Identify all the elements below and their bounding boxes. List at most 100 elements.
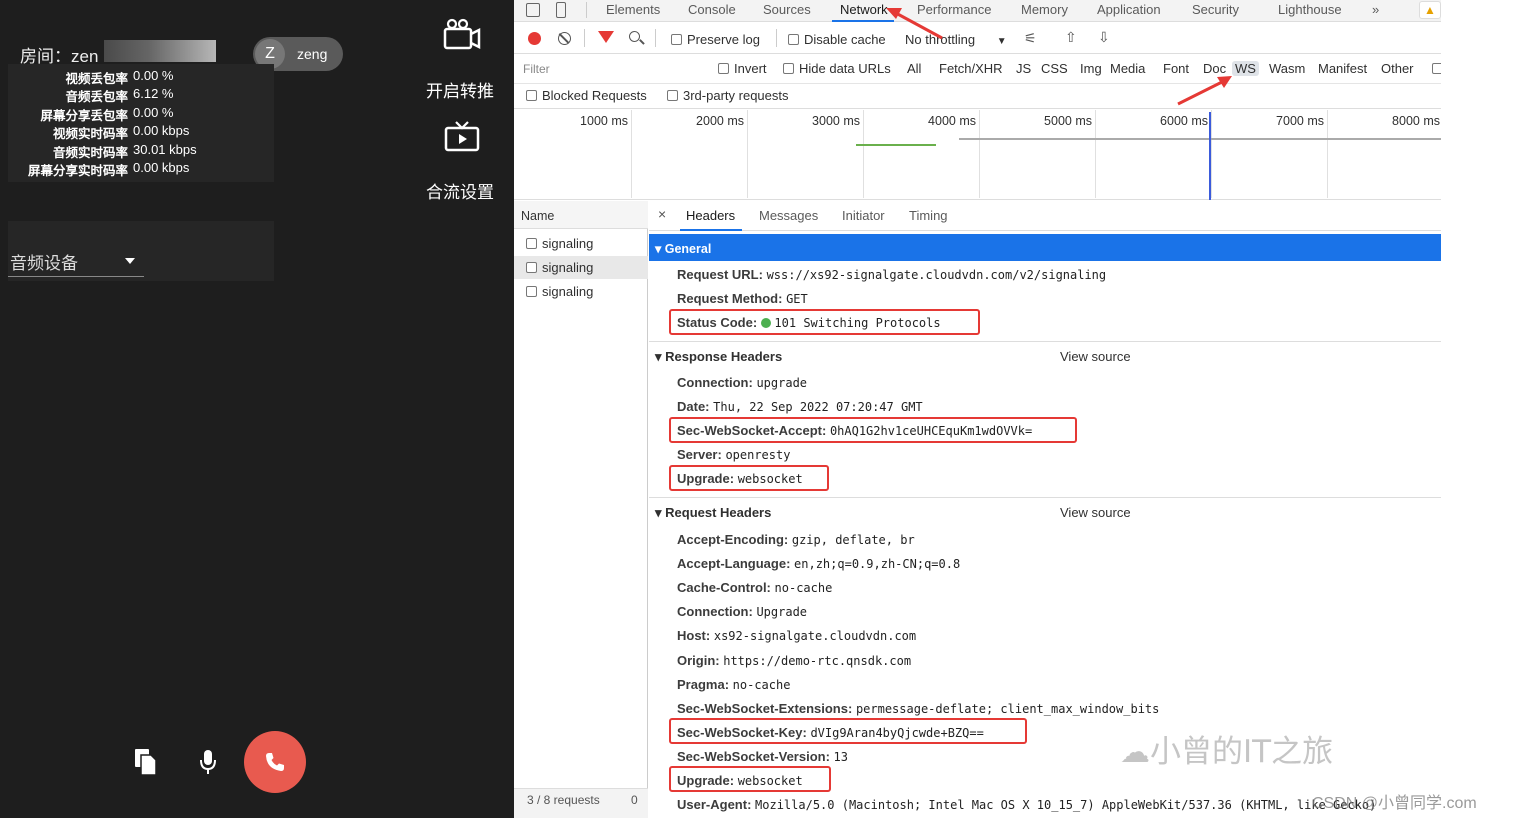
blurred-room-id: [104, 40, 216, 62]
request-row-icon: [526, 238, 537, 249]
timeline-cursor: [1209, 112, 1211, 200]
stat-value: 0.00 kbps: [133, 123, 190, 138]
header-value: Upgrade: [756, 605, 808, 620]
general-section-header[interactable]: [649, 234, 1441, 261]
right-margin: [1441, 0, 1522, 818]
header-value: 13: [833, 749, 848, 764]
header-row: Sec-WebSocket-Extensions: permessage-def…: [677, 701, 1159, 716]
request-row[interactable]: signaling: [514, 232, 648, 255]
merge-settings-button[interactable]: 合流设置: [426, 178, 494, 203]
copy-icon[interactable]: [132, 747, 158, 777]
request-name: signaling: [542, 236, 594, 251]
header-key: Origin:: [677, 652, 720, 668]
header-value: xs92-signalgate.cloudvdn.com: [713, 629, 917, 644]
timeline-bar-green: [856, 144, 936, 146]
request-headers-title[interactable]: ▾ Request Headers: [655, 505, 771, 521]
phone-icon: [263, 750, 287, 774]
header-key: Cache-Control:: [677, 580, 771, 596]
wechat-icon: ☁: [1120, 735, 1150, 770]
stat-value: 0.00 %: [133, 105, 174, 120]
stat-label: 视频丢包率: [65, 72, 128, 86]
annotation-box-req-upgrade: [669, 766, 831, 792]
header-key: Accept-Encoding:: [677, 532, 789, 547]
header-row: Connection: upgrade: [677, 375, 807, 390]
push-stream-button[interactable]: 开启转推: [426, 77, 494, 102]
response-headers-title[interactable]: ▾ Response Headers: [655, 349, 782, 365]
stat-label: 音频丢包率: [65, 90, 128, 104]
request-row[interactable]: signaling: [514, 280, 648, 303]
detail-tab-initiator[interactable]: Initiator: [842, 208, 885, 223]
stat-row: 视频实时码率: [0, 123, 128, 142]
camera-icon[interactable]: [442, 18, 482, 52]
timeline-gridline: [631, 110, 632, 198]
header-row: Connection: Upgrade: [677, 604, 807, 619]
header-value: permessage-deflate; client_max_window_bi…: [855, 701, 1160, 716]
stat-row: 屏幕分享丢包率: [0, 105, 128, 124]
audio-device-label: 音频设备: [10, 254, 78, 273]
audio-device-select[interactable]: 音频设备: [8, 221, 274, 281]
request-count-2: 0: [631, 793, 638, 807]
timeline-gridline: [747, 110, 748, 198]
header-key: Sec-WebSocket-Version:: [677, 748, 830, 764]
header-value: no-cache: [774, 581, 833, 596]
stat-value: 0.00 %: [133, 68, 174, 83]
header-value: openresty: [725, 448, 791, 463]
request-name: signaling: [542, 260, 594, 275]
header-key: Host:: [677, 628, 711, 644]
rtc-app-panel: 房间：zen Z zeng 视频丢包率 0.00 % 音频丢包率 6.12 % 屏幕分享…: [0, 0, 514, 818]
watermark-text: ☁小曾的IT之旅: [1120, 734, 1334, 770]
detail-tab-headers[interactable]: Headers: [686, 208, 735, 223]
watermark-credit: CSDN @小曾同学.com: [1312, 795, 1477, 812]
header-key: Accept-Language:: [677, 556, 791, 572]
header-key: Date:: [677, 399, 710, 415]
request-row-icon: [526, 286, 537, 297]
stat-value: 0.00 kbps: [133, 160, 190, 175]
timeline-bar-gray: [959, 138, 1441, 140]
header-row: Pragma: no-cache: [677, 677, 790, 692]
header-key: User-Agent:: [677, 797, 752, 813]
annotation-box-status: [669, 309, 980, 335]
request-row-icon: [526, 262, 537, 273]
header-value: upgrade: [756, 376, 808, 390]
header-value: no-cache: [732, 677, 791, 692]
stat-row: 音频丢包率: [0, 86, 128, 105]
header-row: Cache-Control: no-cache: [677, 580, 832, 595]
stat-row: 音频实时码率: [0, 142, 128, 161]
stat-label: 视频实时码率: [52, 127, 128, 141]
request-name: signaling: [542, 284, 594, 299]
header-key: Connection:: [677, 604, 753, 620]
annotation-box-ws-key: [669, 718, 1027, 744]
header-key: Connection:: [677, 375, 753, 390]
hangup-button[interactable]: [244, 731, 306, 793]
annotation-box-ws-accept: [669, 417, 1077, 443]
header-row: Accept-Encoding: gzip, deflate, br: [677, 532, 915, 547]
header-row: Host: xs92-signalgate.cloudvdn.com: [677, 628, 916, 643]
response-view-source[interactable]: View source: [1060, 349, 1131, 364]
header-key: Pragma:: [677, 676, 730, 692]
detail-tab-messages[interactable]: Messages: [759, 208, 818, 223]
timeline-gridline: [1095, 110, 1096, 198]
header-row: Origin: https://demo-rtc.qnsdk.com: [677, 653, 911, 668]
user-name: zeng: [297, 46, 328, 62]
header-value: en,zh;q=0.9,zh-CN;q=0.8: [794, 557, 961, 572]
annotation-box-resp-upgrade: [669, 465, 829, 491]
devtools-panel: Elements Console Sources Network Performance…: [514, 0, 1441, 818]
request-row[interactable]: signaling: [514, 256, 648, 279]
chevron-down-icon: [125, 258, 135, 264]
header-row: Server: openresty: [677, 447, 790, 462]
request-view-source[interactable]: View source: [1060, 505, 1131, 520]
mic-icon[interactable]: [198, 749, 218, 775]
header-row: Date: Thu, 22 Sep 2022 07:20:47 GMT: [677, 399, 923, 414]
name-column-header[interactable]: Name: [514, 201, 648, 229]
header-key: Server:: [677, 447, 722, 463]
request-url: Request URL: wss://xs92-signalgate.cloud…: [677, 267, 1107, 282]
header-row: Accept-Language: en,zh;q=0.9,zh-CN;q=0.8: [677, 556, 960, 571]
tv-icon[interactable]: [444, 120, 480, 152]
stat-row: 视频丢包率: [0, 68, 128, 87]
detail-tab-timing[interactable]: Timing: [909, 208, 948, 223]
header-row: User-Agent: Mozilla/5.0 (Macintosh; Inte…: [677, 797, 1376, 812]
header-value: Thu, 22 Sep 2022 07:20:47 GMT: [713, 400, 923, 415]
close-detail-icon[interactable]: ×: [658, 206, 666, 222]
timeline-gridline: [979, 110, 980, 198]
general-title: ▾ General: [655, 242, 712, 256]
